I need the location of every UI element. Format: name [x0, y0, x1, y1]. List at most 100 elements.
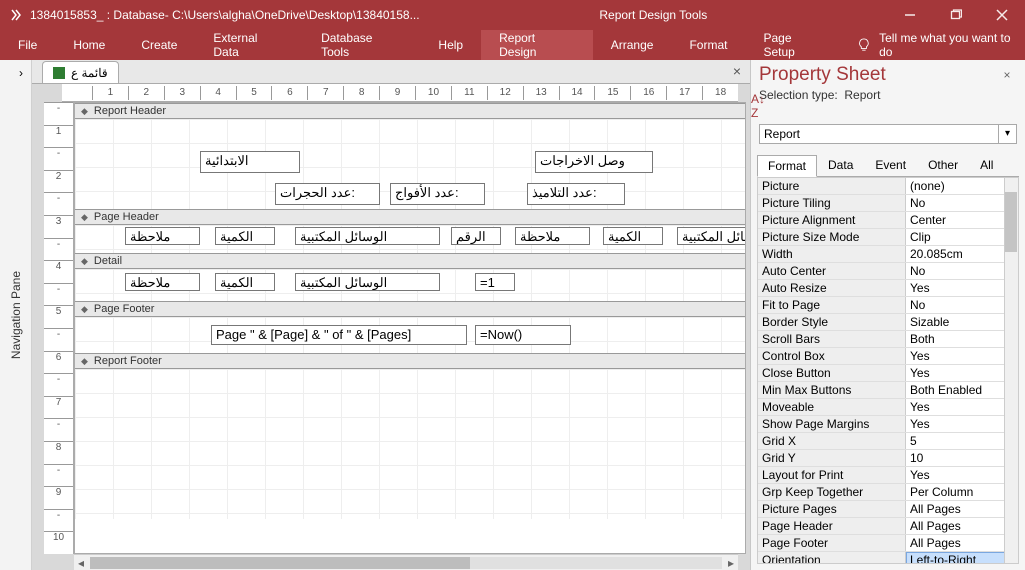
property-row[interactable]: Min Max ButtonsBoth Enabled: [758, 382, 1018, 399]
section-bar[interactable]: Page Header: [75, 209, 745, 225]
ribbon-tab-format[interactable]: Format: [671, 30, 745, 60]
property-value[interactable]: (none): [906, 178, 1018, 194]
property-row[interactable]: Picture AlignmentCenter: [758, 212, 1018, 229]
vertical-ruler[interactable]: -1-2-3-4-5-6-7-8-9-10: [44, 102, 74, 554]
control[interactable]: الكمية: [603, 227, 663, 245]
property-grid[interactable]: Picture(none)Picture TilingNoPicture Ali…: [757, 177, 1019, 564]
report-design-canvas[interactable]: Report Headerالابتدائيةوصل الاخراجاتعدد …: [74, 102, 746, 554]
property-row[interactable]: Fit to PageNo: [758, 297, 1018, 314]
tell-me[interactable]: Tell me what you want to do: [843, 31, 1025, 59]
control[interactable]: الابتدائية: [200, 151, 300, 173]
section-body[interactable]: الابتدائيةوصل الاخراجاتعدد الحجرات:عدد ا…: [75, 119, 745, 209]
section-body[interactable]: [75, 369, 745, 519]
property-tab-other[interactable]: Other: [917, 154, 969, 176]
property-row[interactable]: Control BoxYes: [758, 348, 1018, 365]
section-bar[interactable]: Report Footer: [75, 353, 745, 369]
section-bar[interactable]: Report Header: [75, 103, 745, 119]
property-row[interactable]: Grp Keep TogetherPer Column: [758, 484, 1018, 501]
ribbon-tab-help[interactable]: Help: [420, 30, 481, 60]
horizontal-scrollbar[interactable]: ◂ ▸: [74, 554, 738, 570]
control[interactable]: ملاحظة: [125, 273, 200, 291]
property-value[interactable]: Yes: [906, 399, 1018, 415]
property-value[interactable]: Left-to-Right: [906, 552, 1018, 564]
file-tab[interactable]: File: [0, 30, 55, 60]
property-row[interactable]: Picture(none): [758, 178, 1018, 195]
property-row[interactable]: Close ButtonYes: [758, 365, 1018, 382]
section-bar[interactable]: Page Footer: [75, 301, 745, 317]
property-row[interactable]: Grid Y10: [758, 450, 1018, 467]
control[interactable]: عدد الحجرات:: [275, 183, 380, 205]
control[interactable]: ملاحظة: [125, 227, 200, 245]
property-row[interactable]: Layout for PrintYes: [758, 467, 1018, 484]
control[interactable]: الكمية: [215, 273, 275, 291]
property-row[interactable]: Scroll BarsBoth: [758, 331, 1018, 348]
property-value[interactable]: All Pages: [906, 535, 1018, 551]
chevron-right-icon[interactable]: ›: [19, 66, 23, 80]
control[interactable]: الكمية: [215, 227, 275, 245]
control[interactable]: ملاحظة: [515, 227, 590, 245]
property-row[interactable]: Picture PagesAll Pages: [758, 501, 1018, 518]
ribbon-tab-external-data[interactable]: External Data: [195, 30, 303, 60]
property-value[interactable]: Yes: [906, 365, 1018, 381]
property-row[interactable]: Picture Size ModeClip: [758, 229, 1018, 246]
control[interactable]: الرقم: [451, 227, 501, 245]
property-row[interactable]: Width20.085cm: [758, 246, 1018, 263]
ribbon-tab-arrange[interactable]: Arrange: [593, 30, 672, 60]
property-value[interactable]: Both Enabled: [906, 382, 1018, 398]
property-value[interactable]: Sizable: [906, 314, 1018, 330]
dropdown-icon[interactable]: ▾: [999, 124, 1017, 144]
property-row[interactable]: Auto CenterNo: [758, 263, 1018, 280]
scroll-right-icon[interactable]: ▸: [724, 556, 738, 570]
property-row[interactable]: OrientationLeft-to-Right: [758, 552, 1018, 564]
nav-forward-icon[interactable]: [8, 7, 24, 23]
property-value[interactable]: Yes: [906, 416, 1018, 432]
horizontal-ruler[interactable]: 123456789101112131415161718: [62, 84, 738, 102]
property-value[interactable]: No: [906, 195, 1018, 211]
sort-icon[interactable]: A↓Z: [751, 92, 1017, 120]
property-value[interactable]: Clip: [906, 229, 1018, 245]
property-row[interactable]: Picture TilingNo: [758, 195, 1018, 212]
property-tab-all[interactable]: All: [969, 154, 1004, 176]
property-value[interactable]: Yes: [906, 467, 1018, 483]
property-value[interactable]: 10: [906, 450, 1018, 466]
property-value[interactable]: All Pages: [906, 501, 1018, 517]
object-selector-input[interactable]: [759, 124, 999, 144]
section-body[interactable]: ملاحظة الكمية الوسائل المكتبية الرقم ملاحظة ا…: [75, 225, 745, 253]
property-row[interactable]: Border StyleSizable: [758, 314, 1018, 331]
property-value[interactable]: 5: [906, 433, 1018, 449]
restore-button[interactable]: [933, 0, 979, 30]
control[interactable]: عدد التلاميذ:: [527, 183, 625, 205]
property-value[interactable]: 20.085cm: [906, 246, 1018, 262]
property-row[interactable]: Page HeaderAll Pages: [758, 518, 1018, 535]
control[interactable]: Page " & [Page] & " of " & [Pages]: [211, 325, 467, 345]
property-value[interactable]: No: [906, 263, 1018, 279]
ribbon-tab-create[interactable]: Create: [123, 30, 195, 60]
control[interactable]: =Now(): [475, 325, 571, 345]
ribbon-tab-database-tools[interactable]: Database Tools: [303, 30, 420, 60]
section-bar[interactable]: Detail: [75, 253, 745, 269]
ribbon-tab-report-design[interactable]: Report Design: [481, 30, 593, 60]
control[interactable]: الوسائل المكتبية: [295, 273, 440, 291]
section-body[interactable]: Page " & [Page] & " of " & [Pages] =Now(): [75, 317, 745, 353]
scrollbar-thumb[interactable]: [1005, 192, 1017, 252]
property-row[interactable]: Show Page MarginsYes: [758, 416, 1018, 433]
property-tab-data[interactable]: Data: [817, 154, 864, 176]
scroll-left-icon[interactable]: ◂: [74, 556, 88, 570]
property-row[interactable]: Auto ResizeYes: [758, 280, 1018, 297]
section-body[interactable]: ملاحظةالكميةالوسائل المكتبية=1: [75, 269, 745, 301]
property-row[interactable]: Grid X5: [758, 433, 1018, 450]
scrollbar-thumb[interactable]: [90, 557, 470, 569]
property-value[interactable]: Yes: [906, 348, 1018, 364]
ribbon-tab-page-setup[interactable]: Page Setup: [745, 30, 843, 60]
vertical-scrollbar[interactable]: [1004, 178, 1018, 563]
property-row[interactable]: Page FooterAll Pages: [758, 535, 1018, 552]
minimize-button[interactable]: [887, 0, 933, 30]
property-tab-format[interactable]: Format: [757, 155, 817, 177]
close-tab-button[interactable]: ×: [730, 64, 744, 78]
ribbon-tab-home[interactable]: Home: [55, 30, 123, 60]
control[interactable]: الوسائل المكتبية: [677, 227, 746, 245]
object-selector[interactable]: ▾: [759, 124, 1017, 144]
property-value[interactable]: Center: [906, 212, 1018, 228]
property-value[interactable]: All Pages: [906, 518, 1018, 534]
close-panel-button[interactable]: ×: [997, 65, 1017, 85]
